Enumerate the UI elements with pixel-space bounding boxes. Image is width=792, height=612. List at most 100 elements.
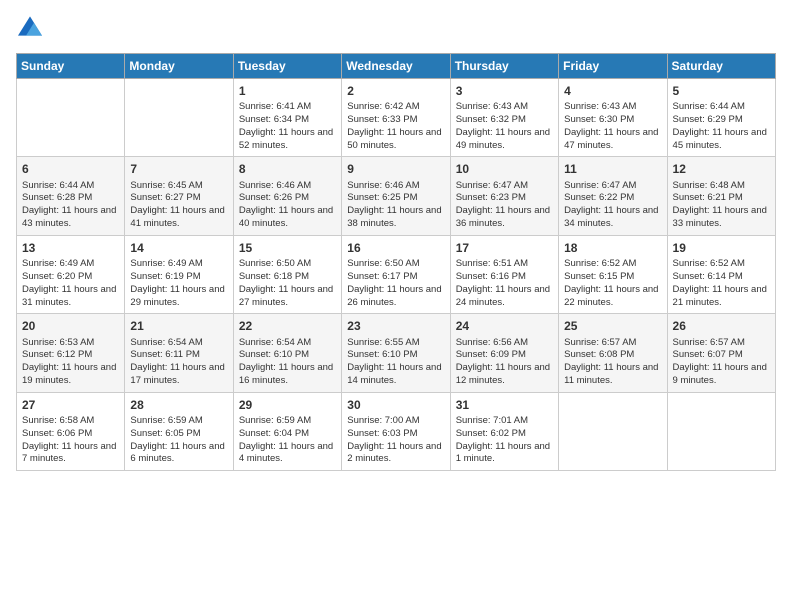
day-number: 7 (130, 161, 227, 177)
calendar-cell: 23 Sunrise: 6:55 AMSunset: 6:10 PMDayligh… (342, 314, 450, 392)
day-number: 20 (22, 318, 119, 334)
calendar-cell: 6 Sunrise: 6:44 AMSunset: 6:28 PMDaylight… (17, 157, 125, 235)
cell-info: Sunrise: 6:54 AMSunset: 6:10 PMDaylight:… (239, 337, 336, 388)
cell-info: Sunrise: 6:56 AMSunset: 6:09 PMDaylight:… (456, 337, 553, 388)
day-number: 31 (456, 397, 553, 413)
cell-info: Sunrise: 6:57 AMSunset: 6:08 PMDaylight:… (564, 337, 661, 388)
calendar-cell: 28 Sunrise: 6:59 AMSunset: 6:05 PMDayligh… (125, 392, 233, 470)
day-number: 19 (673, 240, 770, 256)
weekday-header-row: SundayMondayTuesdayWednesdayThursdayFrid… (17, 54, 776, 79)
calendar-cell: 19 Sunrise: 6:52 AMSunset: 6:14 PMDayligh… (667, 235, 775, 313)
day-number: 14 (130, 240, 227, 256)
calendar-cell: 22 Sunrise: 6:54 AMSunset: 6:10 PMDayligh… (233, 314, 341, 392)
day-number: 10 (456, 161, 553, 177)
calendar-cell (125, 79, 233, 157)
cell-info: Sunrise: 6:45 AMSunset: 6:27 PMDaylight:… (130, 180, 227, 231)
calendar-cell: 26 Sunrise: 6:57 AMSunset: 6:07 PMDayligh… (667, 314, 775, 392)
page-header (16, 16, 776, 41)
cell-info: Sunrise: 6:59 AMSunset: 6:04 PMDaylight:… (239, 415, 336, 466)
logo (16, 16, 42, 41)
cell-info: Sunrise: 6:58 AMSunset: 6:06 PMDaylight:… (22, 415, 119, 466)
calendar-cell: 15 Sunrise: 6:50 AMSunset: 6:18 PMDayligh… (233, 235, 341, 313)
calendar-cell: 24Sunrise: 6:56 AMSunset: 6:09 PMDayligh… (450, 314, 558, 392)
cell-info: Sunrise: 6:49 AMSunset: 6:19 PMDaylight:… (130, 258, 227, 309)
calendar-cell: 17 Sunrise: 6:51 AMSunset: 6:16 PMDayligh… (450, 235, 558, 313)
cell-info: Sunrise: 6:55 AMSunset: 6:10 PMDaylight:… (347, 337, 444, 388)
logo-icon (18, 16, 42, 36)
cell-info: Sunrise: 6:46 AMSunset: 6:26 PMDaylight:… (239, 180, 336, 231)
day-number: 21 (130, 318, 227, 334)
cell-info: Sunrise: 6:47 AMSunset: 6:23 PMDaylight:… (456, 180, 553, 231)
calendar-cell (17, 79, 125, 157)
day-number: 26 (673, 318, 770, 334)
day-number: 18 (564, 240, 661, 256)
week-row-1: 1Sunrise: 6:41 AMSunset: 6:34 PMDaylight… (17, 79, 776, 157)
logo-text (16, 16, 42, 41)
weekday-header-thursday: Thursday (450, 54, 558, 79)
day-number: 12 (673, 161, 770, 177)
cell-info: Sunrise: 6:59 AMSunset: 6:05 PMDaylight:… (130, 415, 227, 466)
cell-info: Sunrise: 6:41 AMSunset: 6:34 PMDaylight:… (239, 101, 336, 152)
day-number: 8 (239, 161, 336, 177)
day-number: 15 (239, 240, 336, 256)
day-number: 17 (456, 240, 553, 256)
calendar-cell (559, 392, 667, 470)
cell-info: Sunrise: 6:53 AMSunset: 6:12 PMDaylight:… (22, 337, 119, 388)
calendar-cell: 11 Sunrise: 6:47 AMSunset: 6:22 PMDayligh… (559, 157, 667, 235)
day-number: 11 (564, 161, 661, 177)
day-number: 27 (22, 397, 119, 413)
cell-info: Sunrise: 6:52 AMSunset: 6:15 PMDaylight:… (564, 258, 661, 309)
cell-info: Sunrise: 6:51 AMSunset: 6:16 PMDaylight:… (456, 258, 553, 309)
calendar-cell: 16Sunrise: 6:50 AMSunset: 6:17 PMDayligh… (342, 235, 450, 313)
cell-info: Sunrise: 6:52 AMSunset: 6:14 PMDaylight:… (673, 258, 770, 309)
calendar-cell: 1Sunrise: 6:41 AMSunset: 6:34 PMDaylight… (233, 79, 341, 157)
cell-info: Sunrise: 6:43 AMSunset: 6:32 PMDaylight:… (456, 101, 553, 152)
week-row-3: 13Sunrise: 6:49 AMSunset: 6:20 PMDayligh… (17, 235, 776, 313)
day-number: 2 (347, 83, 444, 99)
day-number: 30 (347, 397, 444, 413)
weekday-header-friday: Friday (559, 54, 667, 79)
cell-info: Sunrise: 6:48 AMSunset: 6:21 PMDaylight:… (673, 180, 770, 231)
weekday-header-monday: Monday (125, 54, 233, 79)
day-number: 3 (456, 83, 553, 99)
day-number: 13 (22, 240, 119, 256)
calendar-cell: 5 Sunrise: 6:44 AMSunset: 6:29 PMDaylight… (667, 79, 775, 157)
calendar-cell: 20 Sunrise: 6:53 AMSunset: 6:12 PMDayligh… (17, 314, 125, 392)
calendar-cell: 14 Sunrise: 6:49 AMSunset: 6:19 PMDayligh… (125, 235, 233, 313)
calendar-cell: 30 Sunrise: 7:00 AMSunset: 6:03 PMDayligh… (342, 392, 450, 470)
calendar-cell: 8 Sunrise: 6:46 AMSunset: 6:26 PMDaylight… (233, 157, 341, 235)
calendar-cell: 3 Sunrise: 6:43 AMSunset: 6:32 PMDaylight… (450, 79, 558, 157)
cell-info: Sunrise: 6:44 AMSunset: 6:28 PMDaylight:… (22, 180, 119, 231)
cell-info: Sunrise: 7:00 AMSunset: 6:03 PMDaylight:… (347, 415, 444, 466)
day-number: 22 (239, 318, 336, 334)
calendar-cell: 18 Sunrise: 6:52 AMSunset: 6:15 PMDayligh… (559, 235, 667, 313)
weekday-header-tuesday: Tuesday (233, 54, 341, 79)
calendar-cell: 2Sunrise: 6:42 AMSunset: 6:33 PMDaylight… (342, 79, 450, 157)
week-row-4: 20 Sunrise: 6:53 AMSunset: 6:12 PMDayligh… (17, 314, 776, 392)
weekday-header-sunday: Sunday (17, 54, 125, 79)
day-number: 25 (564, 318, 661, 334)
day-number: 9 (347, 161, 444, 177)
cell-info: Sunrise: 6:46 AMSunset: 6:25 PMDaylight:… (347, 180, 444, 231)
cell-info: Sunrise: 6:44 AMSunset: 6:29 PMDaylight:… (673, 101, 770, 152)
calendar-cell: 21Sunrise: 6:54 AMSunset: 6:11 PMDayligh… (125, 314, 233, 392)
week-row-5: 27 Sunrise: 6:58 AMSunset: 6:06 PMDayligh… (17, 392, 776, 470)
calendar-cell: 12 Sunrise: 6:48 AMSunset: 6:21 PMDayligh… (667, 157, 775, 235)
weekday-header-wednesday: Wednesday (342, 54, 450, 79)
day-number: 23 (347, 318, 444, 334)
calendar-cell: 4Sunrise: 6:43 AMSunset: 6:30 PMDaylight… (559, 79, 667, 157)
calendar-cell: 25 Sunrise: 6:57 AMSunset: 6:08 PMDayligh… (559, 314, 667, 392)
calendar-cell: 7 Sunrise: 6:45 AMSunset: 6:27 PMDaylight… (125, 157, 233, 235)
weekday-header-saturday: Saturday (667, 54, 775, 79)
week-row-2: 6 Sunrise: 6:44 AMSunset: 6:28 PMDaylight… (17, 157, 776, 235)
cell-info: Sunrise: 6:50 AMSunset: 6:18 PMDaylight:… (239, 258, 336, 309)
calendar-cell: 29Sunrise: 6:59 AMSunset: 6:04 PMDayligh… (233, 392, 341, 470)
day-number: 5 (673, 83, 770, 99)
day-number: 28 (130, 397, 227, 413)
cell-info: Sunrise: 6:57 AMSunset: 6:07 PMDaylight:… (673, 337, 770, 388)
calendar-cell: 27 Sunrise: 6:58 AMSunset: 6:06 PMDayligh… (17, 392, 125, 470)
day-number: 6 (22, 161, 119, 177)
cell-info: Sunrise: 6:47 AMSunset: 6:22 PMDaylight:… (564, 180, 661, 231)
calendar-cell: 31Sunrise: 7:01 AMSunset: 6:02 PMDayligh… (450, 392, 558, 470)
cell-info: Sunrise: 6:50 AMSunset: 6:17 PMDaylight:… (347, 258, 444, 309)
